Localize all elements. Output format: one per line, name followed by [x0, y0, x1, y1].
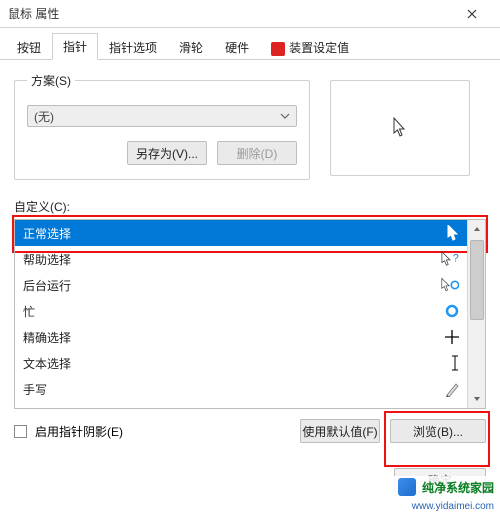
save-as-button[interactable]: 另存为(V)... [127, 141, 207, 165]
window-title: 鼠标 属性 [8, 5, 452, 22]
cursor-pen-icon [441, 381, 459, 397]
list-item-busy[interactable]: 忙 [15, 298, 467, 324]
list-item-normal-select[interactable]: 正常选择 [15, 220, 467, 246]
cursor-arrow-icon [441, 225, 459, 241]
delete-button[interactable]: 删除(D) [217, 141, 297, 165]
pointer-shadow-label: 启用指针阴影(E) [35, 423, 123, 440]
cursor-help-icon: ? [441, 251, 459, 267]
pointer-shadow-checkbox[interactable] [14, 425, 27, 438]
watermark-url: www.yidaimei.com [412, 501, 494, 512]
custom-label: 自定义(C): [14, 198, 486, 215]
tab-device-settings[interactable]: 装置设定值 [260, 34, 360, 60]
device-icon [271, 42, 285, 56]
svg-text:?: ? [453, 253, 459, 265]
browse-button[interactable]: 浏览(B)... [390, 419, 486, 443]
list-item-text-select[interactable]: 文本选择 [15, 350, 467, 376]
list-item-working-bg[interactable]: 后台运行 [15, 272, 467, 298]
chevron-down-icon [280, 113, 290, 119]
cursor-busy-icon [441, 304, 459, 318]
tab-bar: 按钮 指针 指针选项 滑轮 硬件 装置设定值 [0, 28, 500, 60]
watermark: 纯净系统家园 [392, 476, 500, 498]
tab-pointer[interactable]: 指针 [52, 33, 98, 60]
tab-hardware[interactable]: 硬件 [214, 34, 260, 60]
scroll-up-icon[interactable] [468, 220, 485, 238]
scroll-down-icon[interactable] [468, 390, 485, 408]
scroll-thumb[interactable] [470, 240, 484, 320]
close-button[interactable] [452, 0, 492, 27]
scheme-selected: (无) [34, 108, 54, 125]
list-rows: 正常选择 帮助选择 ? 后台运行 忙 精确选择 [15, 220, 467, 408]
list-item-precision[interactable]: 精确选择 [15, 324, 467, 350]
use-default-button[interactable]: 使用默认值(F) [300, 419, 380, 443]
tab-wheel[interactable]: 滑轮 [168, 34, 214, 60]
cursor-crosshair-icon [441, 330, 459, 344]
list-item-handwriting[interactable]: 手写 [15, 376, 467, 402]
watermark-brand: 纯净系统家园 [422, 479, 494, 496]
cursor-preview [330, 80, 470, 176]
watermark-logo-icon [398, 478, 416, 496]
cursor-arrow-icon [392, 117, 408, 139]
tab-pointer-options[interactable]: 指针选项 [98, 34, 168, 60]
cursor-ibeam-icon [441, 355, 459, 371]
scrollbar[interactable] [467, 220, 485, 408]
tab-buttons[interactable]: 按钮 [6, 34, 52, 60]
list-item-help-select[interactable]: 帮助选择 ? [15, 246, 467, 272]
scheme-dropdown[interactable]: (无) [27, 105, 297, 127]
titlebar: 鼠标 属性 [0, 0, 500, 28]
list-item-unavailable[interactable]: 不可用 [15, 402, 467, 408]
cursor-busy-bg-icon [441, 277, 459, 293]
scheme-legend: 方案(S) [27, 72, 75, 89]
tab-content: 方案(S) (无) 另存为(V)... 删除(D) 自定义(C): 正常选择 帮… [0, 60, 500, 455]
scheme-group: 方案(S) (无) 另存为(V)... 删除(D) [14, 72, 310, 180]
cursor-listbox[interactable]: 正常选择 帮助选择 ? 后台运行 忙 精确选择 [14, 219, 486, 409]
